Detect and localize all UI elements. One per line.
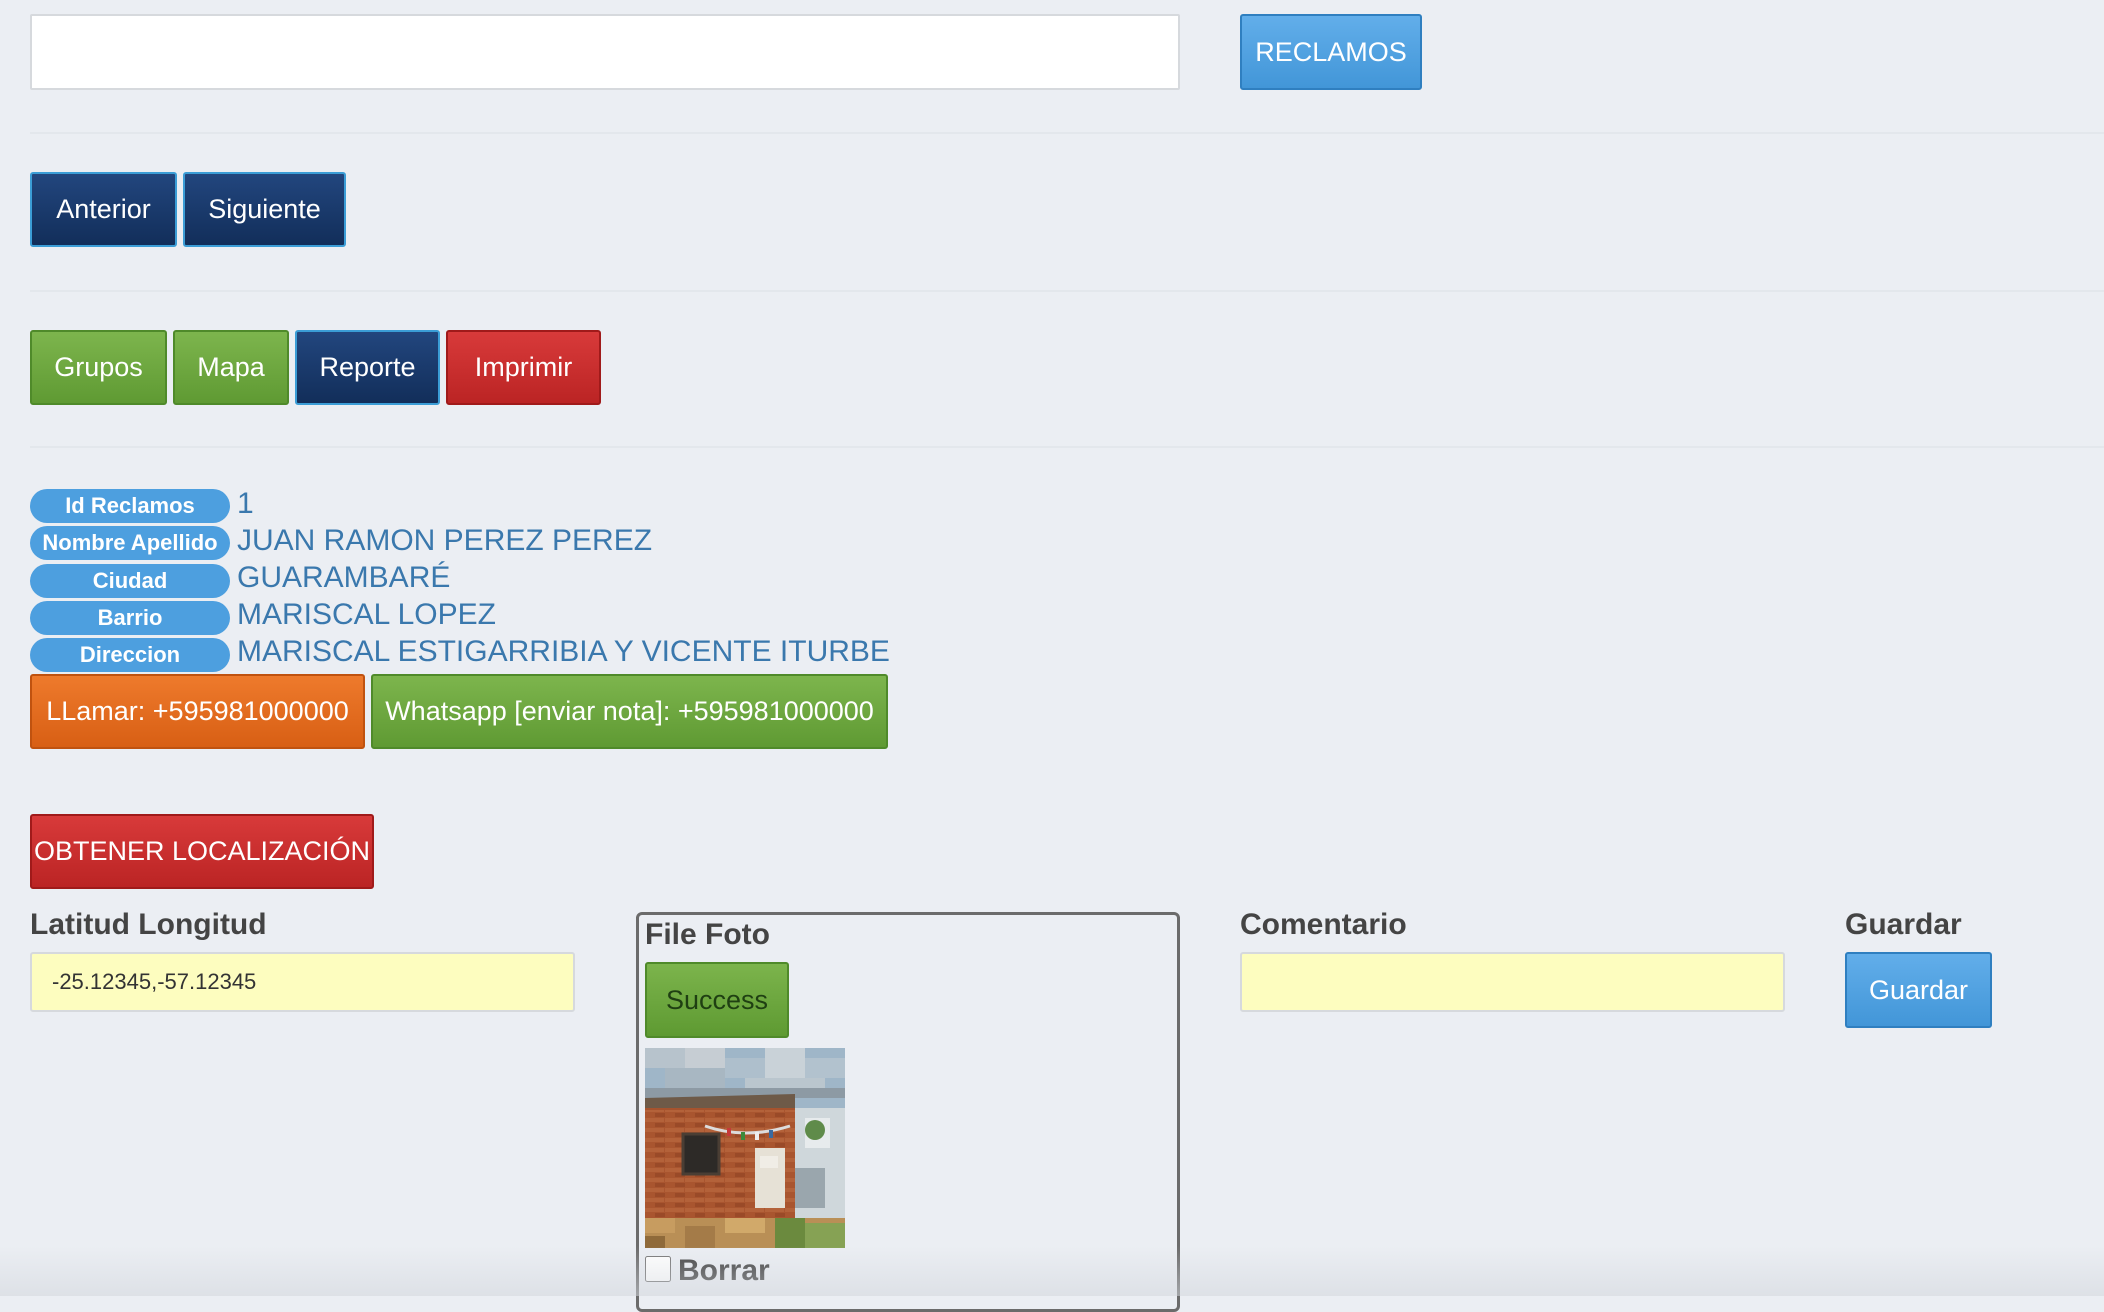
save-button[interactable]: Guardar	[1845, 952, 1992, 1028]
reclamos-button[interactable]: RECLAMOS	[1240, 14, 1422, 90]
id-reclamos-label: Id Reclamos	[30, 489, 230, 523]
delete-label: Borrar	[678, 1254, 770, 1287]
barrio-value: MARISCAL LOPEZ	[237, 598, 496, 631]
siguiente-button[interactable]: Siguiente	[183, 172, 346, 247]
imprimir-button[interactable]: Imprimir	[446, 330, 601, 405]
comment-title: Comentario	[1240, 908, 1407, 941]
get-location-button[interactable]: OBTENER LOCALIZACIÓN	[30, 814, 374, 889]
latlng-title: Latitud Longitud	[30, 908, 267, 941]
divider	[30, 290, 2104, 292]
photo-thumbnail[interactable]	[645, 1048, 845, 1248]
nombre-apellido-value: JUAN RAMON PEREZ PEREZ	[237, 524, 653, 557]
comment-input[interactable]	[1240, 952, 1785, 1012]
whatsapp-button[interactable]: Whatsapp [enviar nota]: +595981000000	[371, 674, 888, 749]
latlng-input[interactable]	[30, 952, 575, 1012]
direccion-value: MARISCAL ESTIGARRIBIA Y VICENTE ITURBE	[237, 635, 890, 668]
delete-checkbox[interactable]	[645, 1256, 671, 1282]
save-title: Guardar	[1845, 908, 1962, 941]
grupos-button[interactable]: Grupos	[30, 330, 167, 405]
barrio-label: Barrio	[30, 601, 230, 635]
photo-title: File Foto	[645, 918, 770, 951]
success-button[interactable]: Success	[645, 962, 789, 1038]
ciudad-label: Ciudad	[30, 564, 230, 598]
direccion-label: Direccion	[30, 638, 230, 672]
ciudad-value: GUARAMBARÉ	[237, 561, 451, 594]
call-button[interactable]: LLamar: +595981000000	[30, 674, 365, 749]
anterior-button[interactable]: Anterior	[30, 172, 177, 247]
mapa-button[interactable]: Mapa	[173, 330, 289, 405]
nombre-apellido-label: Nombre Apellido	[30, 526, 230, 560]
divider	[30, 132, 2104, 134]
reporte-button[interactable]: Reporte	[295, 330, 440, 405]
search-input[interactable]	[30, 14, 1180, 90]
id-reclamos-value: 1	[237, 487, 254, 520]
divider	[30, 446, 2104, 448]
